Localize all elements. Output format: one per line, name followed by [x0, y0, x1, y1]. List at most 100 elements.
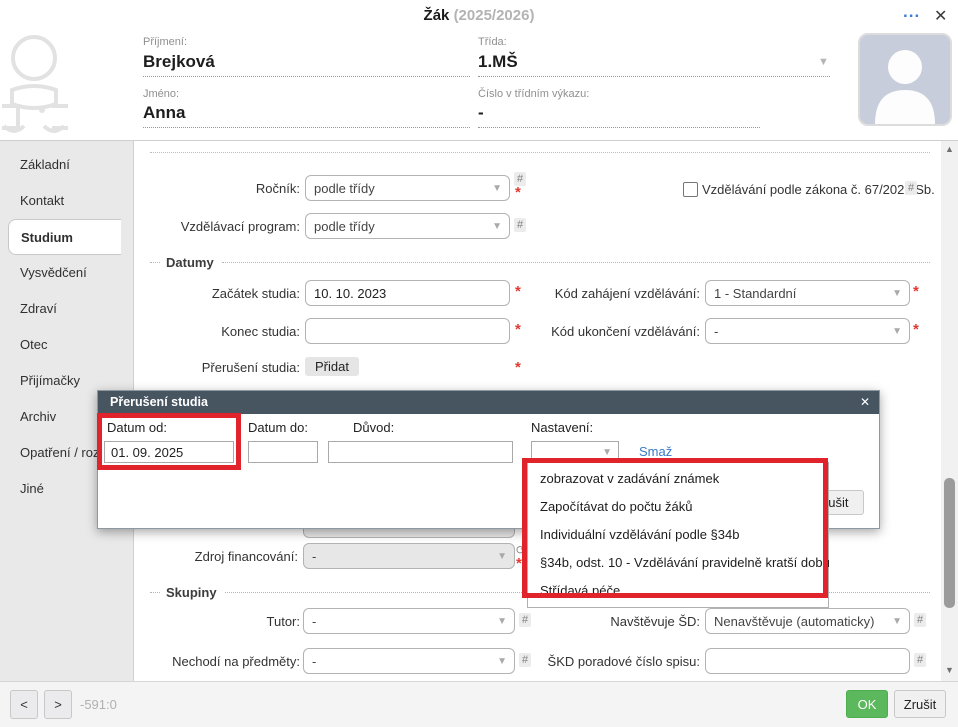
skd-cislo-input[interactable]	[705, 648, 910, 674]
tutor-select[interactable]: - ▼	[303, 608, 515, 634]
required-marker: *	[516, 555, 522, 572]
nechodi-value: -	[312, 654, 316, 669]
navstevuje-sd-select[interactable]: Nenavštěvuje (automaticky) ▼	[705, 608, 910, 634]
class-label: Třída:	[478, 36, 507, 48]
chevron-down-icon: ▼	[892, 616, 902, 627]
zdroj-select[interactable]: - ▼	[303, 543, 515, 569]
required-marker: *	[515, 184, 521, 201]
cancel-button[interactable]: Zrušit	[894, 690, 946, 718]
nechodi-select[interactable]: - ▼	[303, 648, 515, 674]
datum-od-input[interactable]	[104, 441, 234, 463]
surname-label: Příjmení:	[143, 36, 187, 48]
required-marker: *	[913, 283, 919, 300]
student-photo-placeholder[interactable]	[858, 33, 952, 126]
nechodi-label: Nechodí na předměty:	[100, 654, 300, 669]
zakon-checkbox-label: Vzdělávání podle zákona č. 67/2022 Sb.	[702, 182, 935, 197]
nastaveni-label: Nastavení:	[531, 420, 593, 435]
hash-icon[interactable]: #	[514, 218, 526, 232]
navstevuje-sd-value: Nenavštěvuje (automaticky)	[714, 614, 874, 629]
zdroj-value: -	[312, 549, 316, 564]
kod-zahajeni-label: Kód zahájení vzdělávání:	[500, 286, 700, 301]
header-divider	[0, 140, 958, 141]
konec-input[interactable]	[305, 318, 510, 344]
scrollbar-thumb[interactable]	[944, 478, 955, 608]
class-register-number-value[interactable]: -	[478, 103, 484, 123]
dropdown-option[interactable]: zobrazovat v zadávání známek	[528, 465, 828, 493]
class-register-number-label: Číslo v třídním výkazu:	[478, 88, 589, 100]
firstname-value[interactable]: Anna	[143, 103, 186, 123]
navstevuje-sd-label: Navštěvuje ŠD:	[500, 614, 700, 629]
form-top-divider	[150, 152, 930, 153]
zacatek-input[interactable]	[305, 280, 510, 306]
program-value: podle třídy	[314, 219, 375, 234]
modal-title: Přerušení studia	[110, 395, 208, 409]
more-options-icon[interactable]: ...	[903, 2, 920, 22]
required-marker: *	[515, 359, 521, 376]
program-label: Vzdělávací program:	[100, 219, 300, 234]
student-sketch-icon	[2, 28, 68, 136]
kod-zahajeni-select[interactable]: 1 - Standardní ▼	[705, 280, 910, 306]
firstname-label: Jméno:	[143, 88, 179, 100]
surname-value[interactable]: Brejková	[143, 52, 215, 72]
next-record-button[interactable]: >	[44, 690, 72, 719]
hash-icon[interactable]: #	[905, 181, 917, 195]
sidebar-item-zakladni[interactable]: Základní	[0, 147, 133, 183]
preruseni-label: Přerušení studia:	[100, 360, 300, 375]
duvod-label: Důvod:	[353, 420, 394, 435]
ok-button[interactable]: OK	[846, 690, 888, 718]
zacatek-label: Začátek studia:	[100, 286, 300, 301]
dropdown-option[interactable]: Střídavá péče	[528, 577, 828, 605]
page-title-text: Žák	[424, 7, 450, 24]
class-value[interactable]: 1.MŠ	[478, 52, 518, 72]
zakon-checkbox[interactable]	[683, 182, 698, 197]
chevron-down-icon: ▼	[892, 326, 902, 337]
smaz-link[interactable]: Smaž	[639, 444, 672, 459]
kod-zahajeni-value: 1 - Standardní	[714, 286, 796, 301]
tutor-value: -	[312, 614, 316, 629]
kod-ukonceni-select[interactable]: - ▼	[705, 318, 910, 344]
datum-do-label: Datum do:	[248, 420, 308, 435]
rocnik-label: Ročník:	[100, 181, 300, 196]
nastaveni-select[interactable]: ▼	[531, 441, 619, 463]
scroll-down-icon[interactable]: ▼	[945, 665, 954, 675]
modal-header[interactable]: Přerušení studia ✕	[98, 391, 879, 414]
chevron-down-icon: ▼	[492, 221, 502, 232]
datum-do-input[interactable]	[248, 441, 318, 463]
student-dialog: Žák (2025/2026) ... ✕ Příjmení: Brejková…	[0, 0, 958, 727]
chevron-down-icon: ▼	[602, 447, 612, 458]
chevron-down-icon: ▼	[492, 183, 502, 194]
dropdown-option[interactable]: Započítávat do počtu žáků	[528, 493, 828, 521]
tutor-label: Tutor:	[100, 614, 300, 629]
modal-close-icon[interactable]: ✕	[860, 391, 870, 414]
dropdown-option[interactable]: Individuální vzdělávání podle §34b	[528, 521, 828, 549]
rocnik-select[interactable]: podle třídy ▼	[305, 175, 510, 201]
kod-ukonceni-value: -	[714, 324, 718, 339]
duvod-input[interactable]	[328, 441, 513, 463]
nastaveni-dropdown-list: zobrazovat v zadávání známek Započítávat…	[527, 462, 829, 608]
zdroj-label: Zdroj financování:	[98, 549, 298, 564]
record-counter: -591:0	[80, 697, 117, 712]
close-icon[interactable]: ✕	[934, 6, 947, 26]
avatar-silhouette-icon	[860, 35, 950, 124]
rocnik-value: podle třídy	[314, 181, 375, 196]
class-underline	[478, 76, 830, 77]
dropdown-option[interactable]: §34b, odst. 10 - Vzdělávání pravidelně k…	[528, 549, 828, 577]
school-year: (2025/2026)	[454, 7, 535, 24]
scroll-up-icon[interactable]: ▲	[945, 144, 954, 154]
hash-icon[interactable]: #	[914, 653, 926, 667]
chevron-down-icon[interactable]: ▼	[818, 56, 829, 68]
hash-icon[interactable]: #	[914, 613, 926, 627]
chevron-down-icon: ▼	[892, 288, 902, 299]
kod-ukonceni-label: Kód ukončení vzdělávání:	[500, 324, 700, 339]
required-marker: *	[913, 321, 919, 338]
pridat-button[interactable]: Přidat	[305, 357, 359, 376]
program-select[interactable]: podle třídy ▼	[305, 213, 510, 239]
surname-underline	[143, 76, 470, 77]
scrollbar[interactable]: ▲ ▼	[941, 141, 958, 681]
prev-record-button[interactable]: <	[10, 690, 38, 719]
section-datumy: Datumy	[150, 255, 930, 270]
page-title: Žák (2025/2026)	[0, 7, 958, 24]
chevron-down-icon: ▼	[497, 551, 507, 562]
firstname-underline	[143, 127, 470, 128]
footer-bar: < > -591:0 OK Zrušit	[0, 681, 958, 727]
